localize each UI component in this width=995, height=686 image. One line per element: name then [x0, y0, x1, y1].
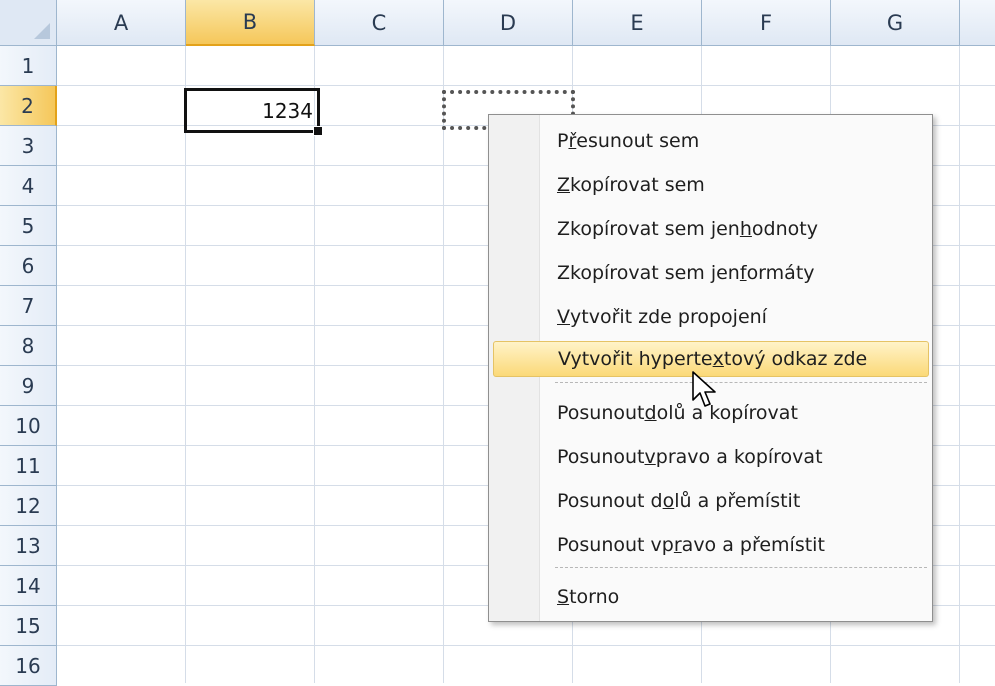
- row-header-5[interactable]: 5: [0, 206, 57, 246]
- column-header-d[interactable]: D: [444, 0, 573, 46]
- row-header-14[interactable]: 14: [0, 566, 57, 606]
- menu-item-move-here[interactable]: Př esunout sem: [493, 123, 929, 159]
- row-header-2[interactable]: 2: [0, 86, 57, 126]
- row-header-7[interactable]: 7: [0, 286, 57, 326]
- menu-label: olů a kopírovat: [656, 402, 798, 424]
- menu-label: Posunout: [557, 446, 645, 468]
- menu-label: odnoty: [751, 218, 818, 240]
- column-header-a[interactable]: A: [57, 0, 186, 46]
- menu-label: tový odkaz zde: [723, 348, 868, 370]
- column-header-e[interactable]: E: [573, 0, 702, 46]
- menu-item-copy-here[interactable]: Zkopírovat sem: [493, 167, 929, 203]
- grid-line: [57, 645, 995, 646]
- column-header-b[interactable]: B: [186, 0, 315, 46]
- row-header-4[interactable]: 4: [0, 166, 57, 206]
- cell-b2[interactable]: 1234: [184, 88, 323, 136]
- menu-label: torno: [569, 586, 620, 608]
- menu-accelerator: h: [739, 218, 752, 240]
- menu-accelerator: Z: [557, 174, 571, 196]
- mouse-pointer-icon: [692, 371, 716, 407]
- row-header-8[interactable]: 8: [0, 326, 57, 366]
- menu-accelerator: v: [644, 446, 656, 468]
- menu-item-shift-down-move[interactable]: Posunout d o lů a přemístit: [493, 483, 929, 519]
- menu-label: Vytvořit hyperte: [558, 348, 713, 370]
- row-header-15[interactable]: 15: [0, 606, 57, 646]
- column-header-h[interactable]: [960, 0, 995, 46]
- fill-handle[interactable]: [313, 126, 323, 136]
- menu-item-shift-right-copy[interactable]: Posunout v pravo a kopírovat: [493, 439, 929, 475]
- menu-label: Posunout d: [557, 490, 663, 512]
- menu-accelerator: r: [673, 534, 682, 556]
- menu-accelerator: V: [557, 306, 570, 328]
- menu-label: ytvořit zde propojení: [570, 306, 767, 328]
- drag-context-menu: Př esunout sem Zkopírovat sem Zkopírovat …: [488, 114, 933, 622]
- menu-label: lů a přemístit: [674, 490, 801, 512]
- select-all-icon: [34, 23, 50, 39]
- row-header-6[interactable]: 6: [0, 246, 57, 286]
- menu-label: ormáty: [746, 262, 815, 284]
- menu-item-copy-values-only[interactable]: Zkopírovat sem jen h odnoty: [493, 211, 929, 247]
- row-header-13[interactable]: 13: [0, 526, 57, 566]
- row-header-9[interactable]: 9: [0, 366, 57, 406]
- menu-separator: [555, 382, 927, 383]
- menu-separator: [555, 567, 927, 568]
- menu-label: P: [557, 130, 569, 152]
- menu-label: Zkopírovat sem jen: [557, 262, 740, 284]
- menu-label: pravo a kopírovat: [655, 446, 823, 468]
- menu-accelerator: f: [739, 262, 747, 284]
- menu-label: kopírovat sem: [570, 174, 705, 196]
- column-header-f[interactable]: F: [702, 0, 831, 46]
- select-all-button[interactable]: [0, 0, 57, 46]
- row-header-11[interactable]: 11: [0, 446, 57, 486]
- row-header-12[interactable]: 12: [0, 486, 57, 526]
- menu-label: Zkopírovat sem jen: [557, 218, 740, 240]
- menu-label: avo a přemístit: [681, 534, 825, 556]
- menu-label: esunout sem: [576, 130, 700, 152]
- column-header-c[interactable]: C: [315, 0, 444, 46]
- menu-item-create-link[interactable]: Vytvořit zde propojení: [493, 299, 929, 335]
- menu-accelerator: S: [557, 586, 570, 608]
- spreadsheet[interactable]: A B C D E F G 1 2 3 4 5 6 7 8 9 10 11 12…: [0, 0, 995, 686]
- menu-accelerator: d: [644, 402, 657, 424]
- menu-accelerator: x: [712, 348, 724, 370]
- menu-label: Posunout: [557, 402, 645, 424]
- menu-item-cancel[interactable]: Storno: [493, 579, 929, 615]
- menu-label: Posunout vp: [557, 534, 674, 556]
- menu-accelerator: ř: [568, 130, 577, 152]
- menu-item-copy-formats-only[interactable]: Zkopírovat sem jen f ormáty: [493, 255, 929, 291]
- row-header-16[interactable]: 16: [0, 646, 57, 686]
- column-header-g[interactable]: G: [831, 0, 960, 46]
- row-header-10[interactable]: 10: [0, 406, 57, 446]
- grid-line: [57, 85, 995, 86]
- menu-accelerator: o: [662, 490, 675, 512]
- row-header-1[interactable]: 1: [0, 46, 57, 86]
- menu-item-shift-right-move[interactable]: Posunout vp r avo a přemístit: [493, 527, 929, 563]
- cell-value: 1234: [262, 98, 313, 123]
- row-header-3[interactable]: 3: [0, 126, 57, 166]
